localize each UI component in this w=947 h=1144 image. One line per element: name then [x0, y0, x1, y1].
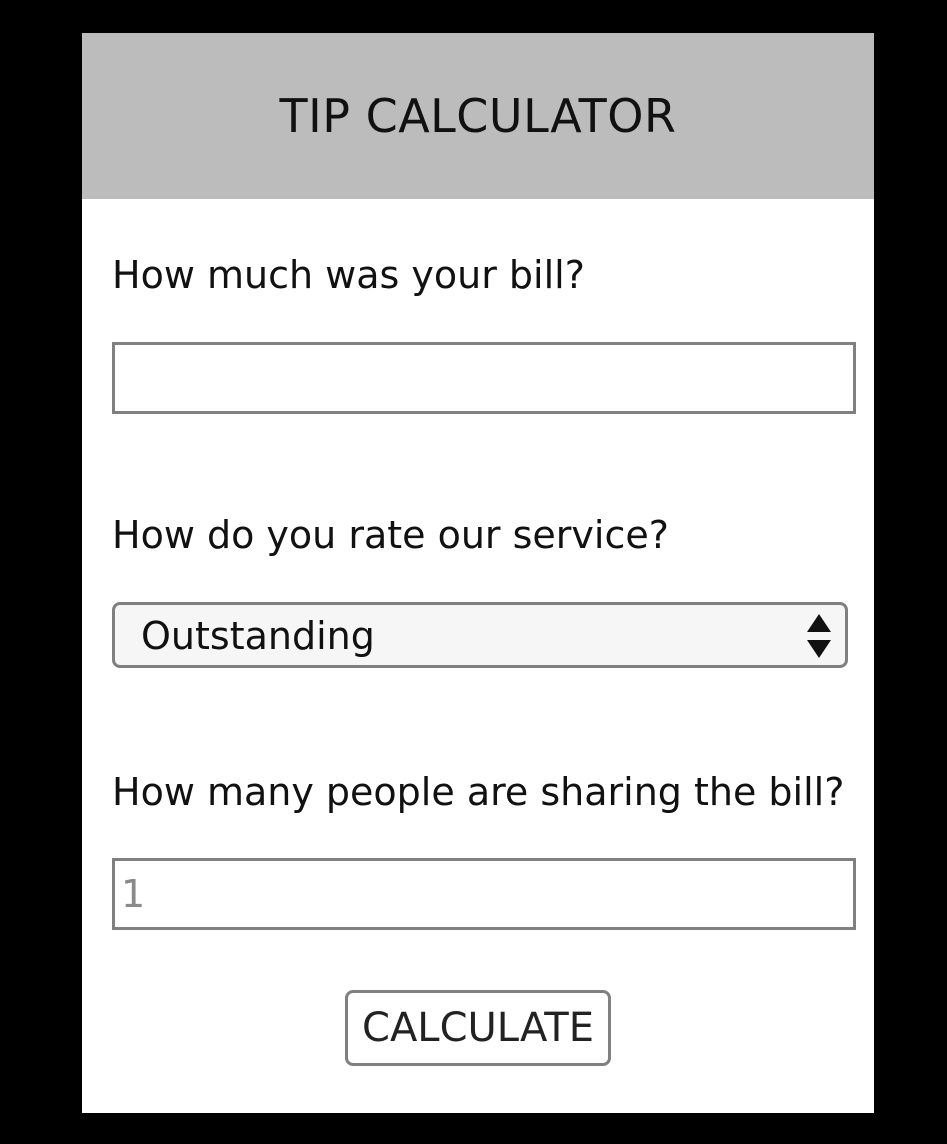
service-rating-select[interactable]: Outstanding — [112, 602, 848, 668]
people-count-input[interactable] — [112, 858, 856, 930]
page-title: TIP CALCULATOR — [279, 89, 677, 143]
tip-calculator-card: TIP CALCULATOR How much was your bill? H… — [82, 33, 874, 1113]
service-label: How do you rate our service? — [112, 513, 669, 557]
calculate-button[interactable]: CALCULATE — [345, 990, 611, 1066]
people-label: How many people are sharing the bill? — [112, 770, 845, 814]
service-rating-value: Outstanding — [141, 614, 375, 658]
up-down-arrows-icon — [807, 614, 831, 658]
header-bar: TIP CALCULATOR — [82, 33, 874, 199]
bill-amount-input[interactable] — [112, 342, 856, 414]
bill-label: How much was your bill? — [112, 253, 585, 297]
